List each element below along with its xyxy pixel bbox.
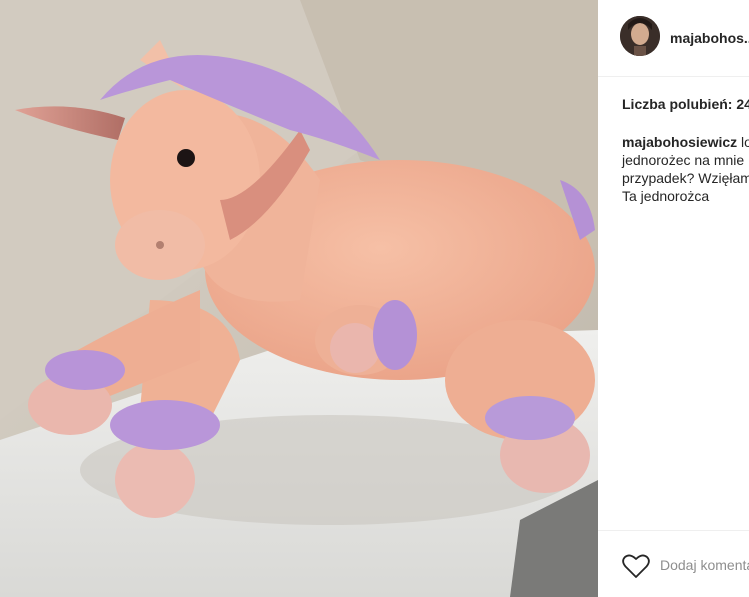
post-header: majabohos... xyxy=(598,0,749,77)
likes-count[interactable]: Liczba polubień: 24 xyxy=(622,96,749,112)
caption-username[interactable]: majabohosiewicz xyxy=(622,134,737,150)
caption-line-1: lo xyxy=(741,134,749,150)
caption-line-3: przypadek? Wzięłam xyxy=(622,170,749,186)
heart-icon[interactable] xyxy=(622,553,650,579)
post-username[interactable]: majabohos... xyxy=(670,30,749,46)
avatar-photo xyxy=(620,16,660,56)
unicorn-plush-image xyxy=(0,0,598,597)
caption-line-2: jednorożec na mnie xyxy=(622,152,745,168)
post-sidebar: majabohos... Liczba polubień: 24 majaboh… xyxy=(598,0,749,597)
caption-line-4: Ta jednorożca xyxy=(622,188,710,204)
post-photo[interactable] xyxy=(0,0,598,597)
post-footer: Dodaj komentarz... xyxy=(598,530,749,597)
post-caption: majabohosiewicz lo jednorożec na mnie pr… xyxy=(622,133,749,205)
add-comment-input[interactable]: Dodaj komentarz... xyxy=(660,557,749,573)
user-avatar[interactable] xyxy=(620,16,660,56)
